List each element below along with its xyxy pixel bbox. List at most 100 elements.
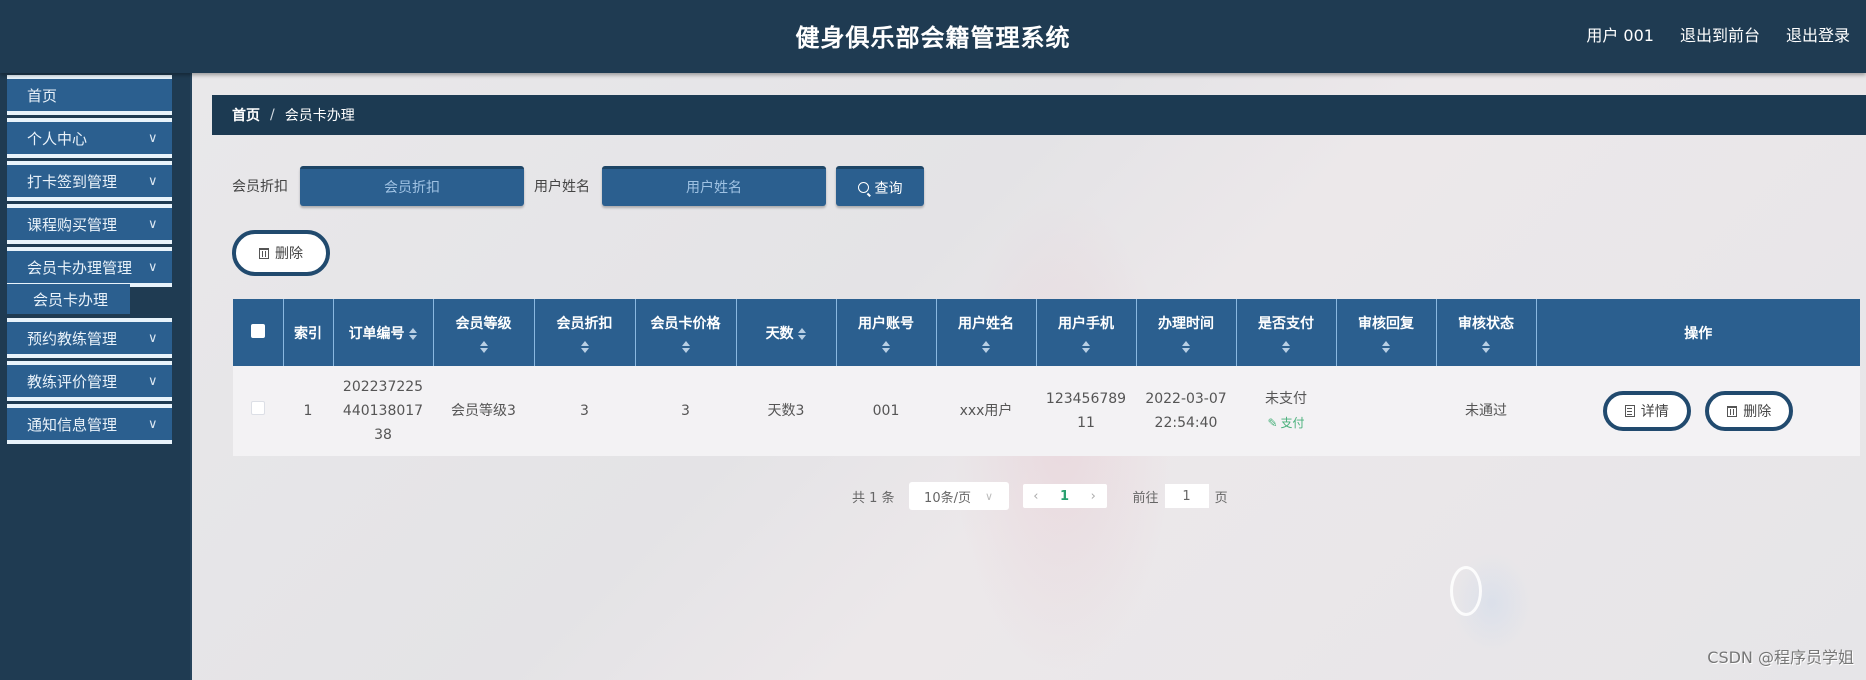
column-label: 索引 <box>294 325 322 342</box>
chevron-down-icon: ∨ <box>148 331 158 346</box>
sort-icon[interactable] <box>882 340 890 353</box>
trash-icon <box>259 247 269 259</box>
sidebar-item-label: 会员卡办理管理 <box>27 258 133 277</box>
cell-phone: 12345678911 <box>1036 366 1136 456</box>
chevron-down-icon: ∨ <box>148 260 158 275</box>
sidebar-item-home[interactable]: 首页 <box>7 75 172 115</box>
edit-icon: ✎ <box>1267 416 1278 430</box>
sidebar-item-notice-management[interactable]: 通知信息管理 ∨ <box>7 404 172 444</box>
next-page-button[interactable]: › <box>1091 489 1096 504</box>
column-label: 审核状态 <box>1458 315 1514 332</box>
cell-index: 1 <box>283 366 333 456</box>
prev-page-button[interactable]: ‹ <box>1033 489 1038 504</box>
pagination: 共 1 条 10条/页 ∨ ‹ 1 › 前往 页 <box>852 482 1228 510</box>
select-all-checkbox[interactable] <box>250 323 265 338</box>
column-account[interactable]: 用户账号 <box>835 299 936 366</box>
chevron-down-icon: ∨ <box>148 131 158 146</box>
column-index: 索引 <box>282 299 333 366</box>
sidebar-item-label: 个人中心 <box>27 129 88 148</box>
cell-review-status: 未通过 <box>1436 366 1536 456</box>
detail-button[interactable]: 详情 <box>1602 390 1691 431</box>
sort-icon[interactable] <box>681 340 690 353</box>
sidebar-item-label: 打卡签到管理 <box>27 172 118 191</box>
sidebar-subitem-membership-card[interactable]: 会员卡办理 <box>7 284 130 314</box>
sort-icon[interactable] <box>798 327 807 340</box>
sidebar-item-coach-booking-management[interactable]: 预约教练管理 ∨ <box>7 318 172 358</box>
sidebar-item-checkin-management[interactable]: 打卡签到管理 ∨ <box>7 161 172 201</box>
column-label: 操作 <box>1684 325 1713 342</box>
main-content: 首页 / 会员卡办理 会员折扣 用户姓名 查询 删除 索引 订单编号 会员等级 … <box>192 73 1866 680</box>
sort-icon[interactable] <box>1282 340 1290 353</box>
current-page-number[interactable]: 1 <box>1060 489 1069 504</box>
cell-days: 天数3 <box>736 366 836 456</box>
goto-page-input[interactable] <box>1164 484 1209 508</box>
row-checkbox[interactable] <box>251 401 265 415</box>
column-order-no[interactable]: 订单编号 <box>332 299 433 366</box>
row-delete-label: 删除 <box>1743 403 1772 420</box>
row-delete-button[interactable]: 删除 <box>1705 391 1794 432</box>
page-navigator: ‹ 1 › <box>1022 484 1107 508</box>
column-label: 订单编号 <box>348 325 405 342</box>
cell-paid: 未支付 ✎ 支付 <box>1236 366 1336 456</box>
page-size-select[interactable]: 10条/页 ∨ <box>908 482 1009 510</box>
trash-icon <box>1727 405 1738 417</box>
batch-delete-label: 删除 <box>275 245 303 261</box>
column-phone[interactable]: 用户手机 <box>1035 299 1136 366</box>
column-price[interactable]: 会员卡价格 <box>634 299 736 366</box>
current-user-label: 用户 001 <box>1586 26 1654 45</box>
cell-select <box>233 366 283 456</box>
sidebar-item-coach-review-management[interactable]: 教练评价管理 ∨ <box>7 361 172 401</box>
column-actions: 操作 <box>1535 299 1860 366</box>
sidebar-item-label: 课程购买管理 <box>27 215 118 234</box>
column-label: 会员等级 <box>455 315 512 332</box>
query-button[interactable]: 查询 <box>836 166 924 206</box>
cell-price: 3 <box>635 366 736 456</box>
column-time[interactable]: 办理时间 <box>1135 299 1236 366</box>
logout-link[interactable]: 退出登录 <box>1786 22 1850 46</box>
column-label: 办理时间 <box>1158 315 1214 332</box>
sort-icon[interactable] <box>1082 340 1090 353</box>
total-count: 共 1 条 <box>852 490 895 506</box>
column-discount[interactable]: 会员折扣 <box>533 299 635 366</box>
sort-icon[interactable] <box>1482 340 1490 353</box>
sort-icon[interactable] <box>1382 340 1390 353</box>
sidebar-item-personal-center[interactable]: 个人中心 ∨ <box>7 118 172 158</box>
batch-delete-button[interactable]: 删除 <box>232 230 330 276</box>
column-days[interactable]: 天数 <box>735 299 836 366</box>
column-label: 天数 <box>765 325 794 342</box>
username-search-input[interactable] <box>602 166 826 206</box>
search-icon <box>857 182 869 193</box>
sort-icon[interactable] <box>409 327 418 340</box>
sort-icon[interactable] <box>479 340 488 353</box>
cell-discount: 3 <box>534 366 635 456</box>
column-name[interactable]: 用户姓名 <box>935 299 1036 366</box>
column-label: 会员卡价格 <box>650 315 721 332</box>
header-links: 用户 001 退出到前台 退出登录 <box>1586 22 1850 46</box>
discount-search-input[interactable] <box>300 166 524 206</box>
pay-link[interactable]: ✎ 支付 <box>1267 411 1304 435</box>
sidebar-item-label: 首页 <box>27 86 58 105</box>
page-suffix: 页 <box>1214 490 1228 506</box>
cell-order-no: 20223722544013801738 <box>333 366 433 456</box>
watermark: CSDN @程序员学姐 <box>1707 648 1854 667</box>
breadcrumb-current: 会员卡办理 <box>284 108 355 124</box>
column-select-all <box>233 299 283 366</box>
sidebar-item-course-purchase-management[interactable]: 课程购买管理 ∨ <box>7 204 172 244</box>
breadcrumb: 首页 / 会员卡办理 <box>212 95 1866 135</box>
sidebar: 首页 个人中心 ∨ 打卡签到管理 ∨ 课程购买管理 ∨ 会员卡办理管理 ∨ 会员… <box>0 73 192 680</box>
sort-icon[interactable] <box>580 340 589 353</box>
sidebar-item-label: 教练评价管理 <box>27 372 118 391</box>
chevron-down-icon: ∨ <box>148 374 158 389</box>
breadcrumb-home[interactable]: 首页 <box>232 105 260 125</box>
sidebar-item-membership-card-management[interactable]: 会员卡办理管理 ∨ <box>7 247 172 287</box>
column-review-reply[interactable]: 审核回复 <box>1335 299 1436 366</box>
column-paid[interactable]: 是否支付 <box>1235 299 1336 366</box>
search-form: 会员折扣 用户姓名 查询 <box>232 166 924 206</box>
sort-icon[interactable] <box>982 340 990 353</box>
column-level[interactable]: 会员等级 <box>432 299 534 366</box>
sidebar-subitem-label: 会员卡办理 <box>33 290 109 309</box>
cell-review-reply <box>1336 366 1436 456</box>
back-to-front-link[interactable]: 退出到前台 <box>1680 22 1760 46</box>
sort-icon[interactable] <box>1182 340 1190 353</box>
column-review-status[interactable]: 审核状态 <box>1435 299 1536 366</box>
